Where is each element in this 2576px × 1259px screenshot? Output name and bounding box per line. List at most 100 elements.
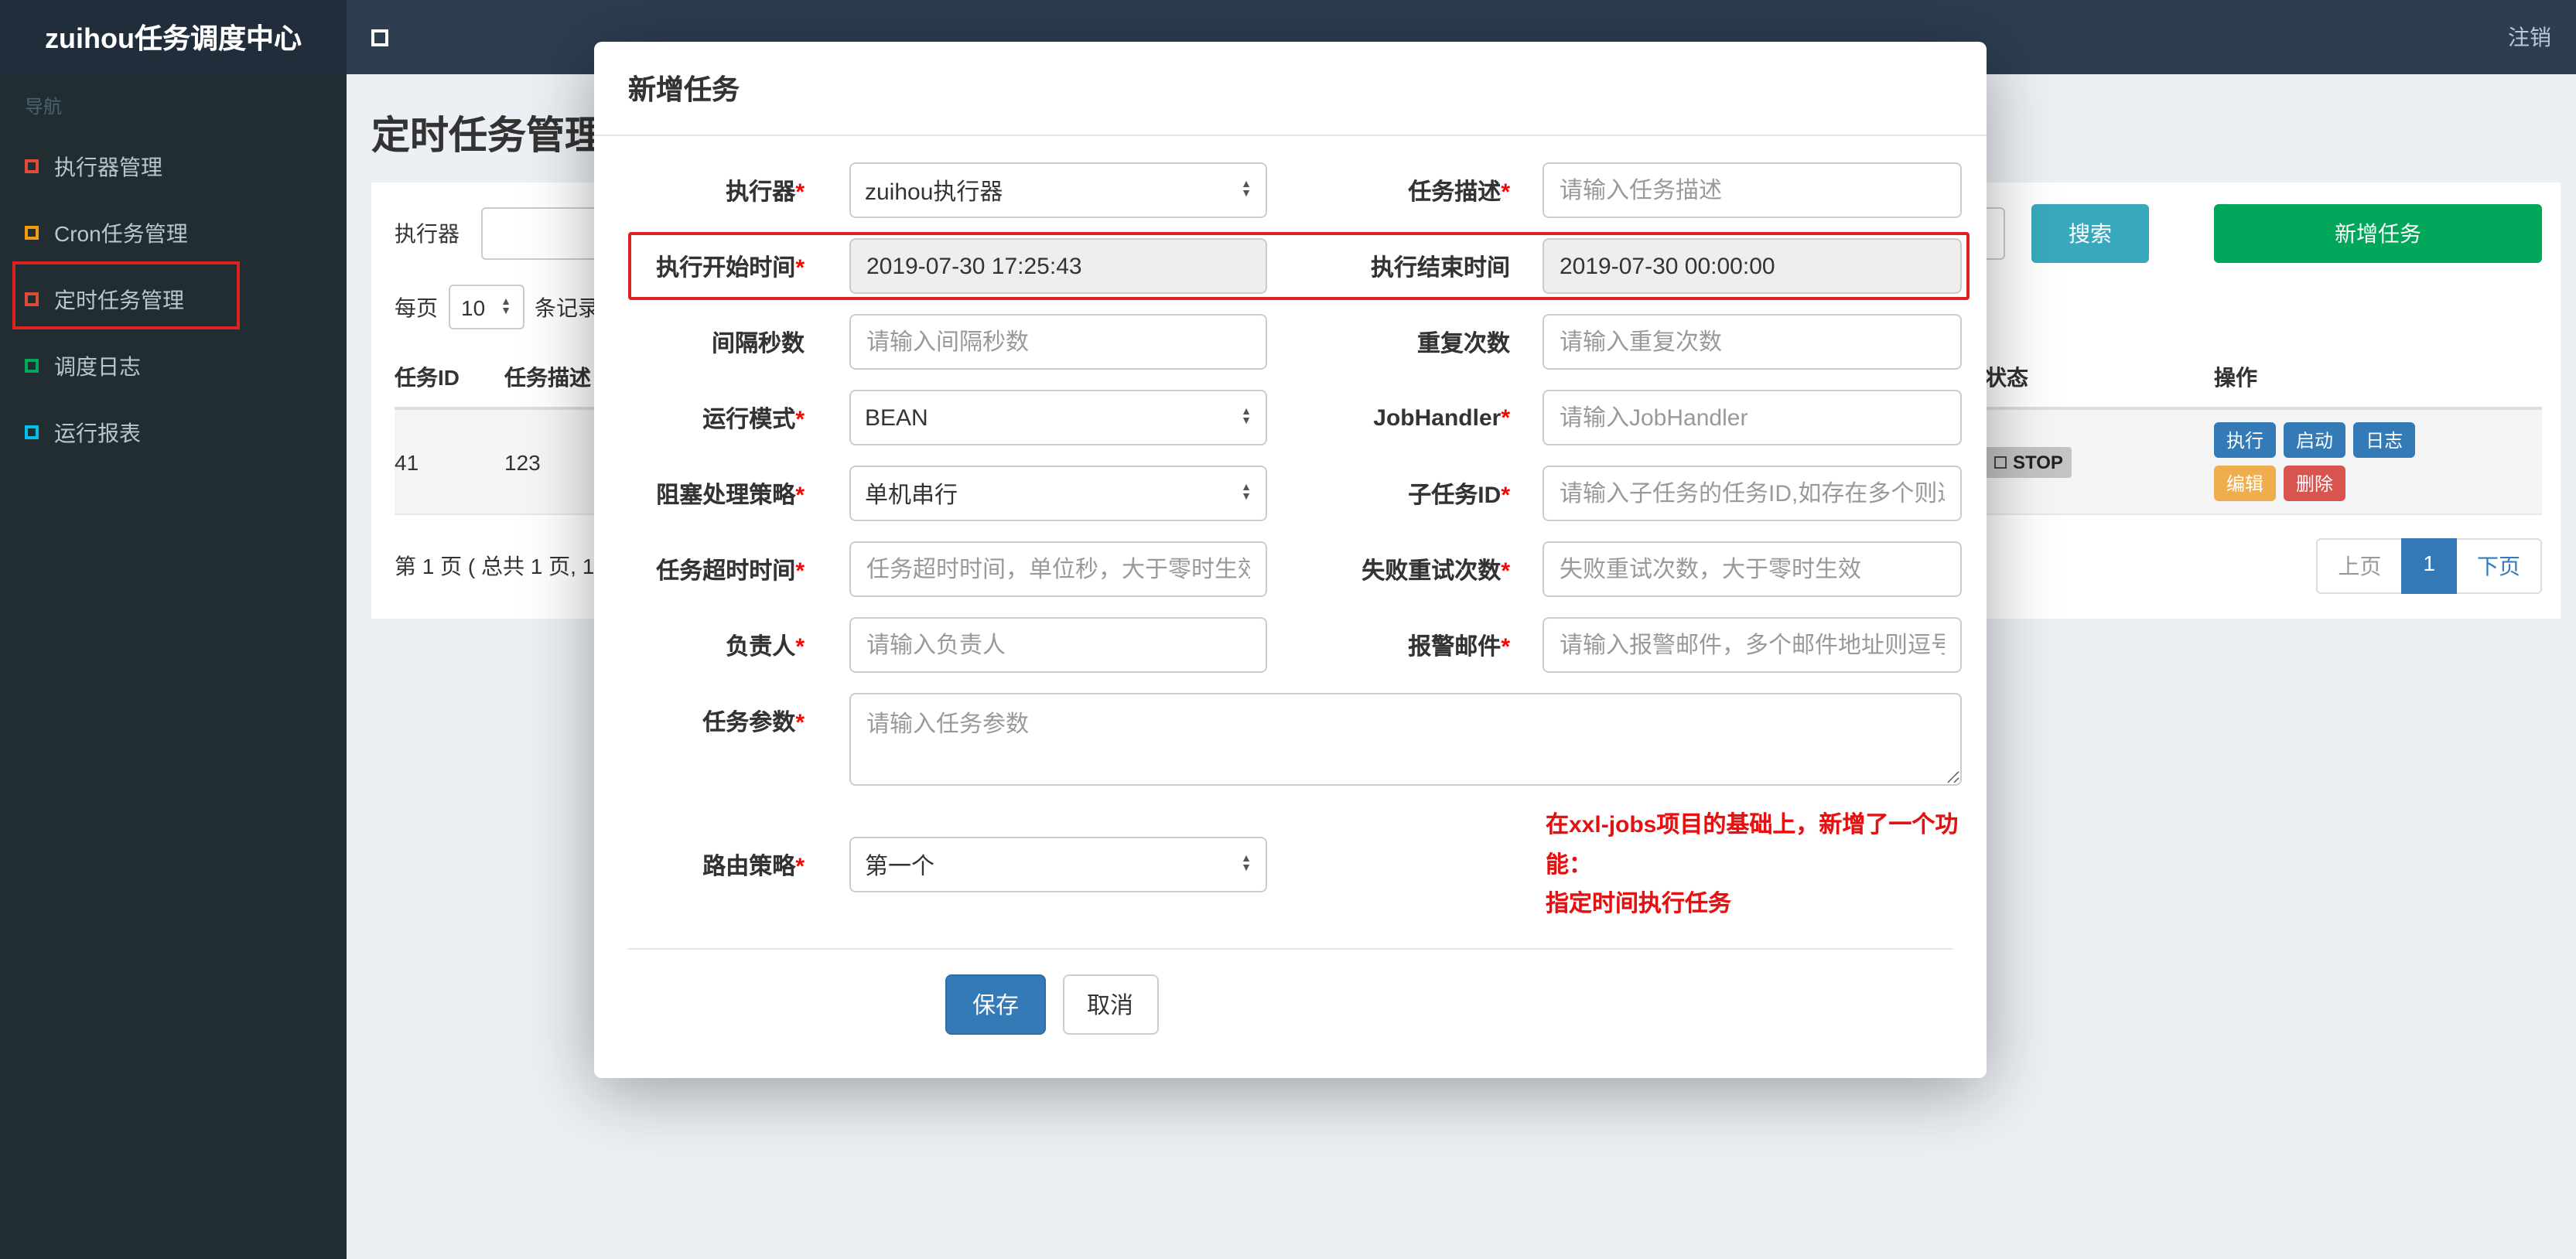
run-button[interactable]: 执行 (2214, 422, 2277, 458)
sidebar-item-executor-mgmt[interactable]: 执行器管理 (0, 133, 347, 200)
status-badge: STOP (1985, 446, 2072, 477)
sidebar: 导航 执行器管理 Cron任务管理 定时任务管理 调度日志 运行报表 (0, 74, 347, 1259)
field-label: 路由策略* (702, 853, 805, 880)
per-page-value: 10 (461, 295, 486, 319)
field-label: 子任务ID* (1408, 482, 1510, 508)
prev-page-button[interactable]: 上页 (2316, 538, 2402, 594)
field-label: 执行结束时间 (1370, 254, 1510, 281)
form-row: 执行器* zuihou执行器 ▲ ▼ 任务描述* (594, 162, 1987, 218)
child-task-id-input[interactable] (1543, 466, 1962, 521)
field-label: 任务超时时间* (656, 558, 805, 584)
pager: 上页 1 下页 (2316, 538, 2542, 594)
edit-button[interactable]: 编辑 (2214, 466, 2277, 501)
square-icon (25, 159, 39, 173)
alarm-email-input[interactable] (1543, 617, 1962, 673)
form-row: 负责人* 报警邮件* (594, 617, 1987, 673)
select-arrows-icon: ▲ ▼ (1241, 854, 1252, 875)
cell-status: STOP (1985, 446, 2214, 477)
pagination-info: 第 1 页 ( 总共 1 页, 1 (395, 554, 595, 578)
start-time-input[interactable] (849, 238, 1267, 294)
fail-retry-input[interactable] (1543, 541, 1962, 597)
select-arrows-icon: ▲ ▼ (1241, 407, 1252, 427)
field-label: 任务描述* (1408, 179, 1510, 205)
brand-logo[interactable]: zuihou任务调度中心 (0, 0, 347, 74)
end-time-input[interactable] (1543, 238, 1962, 294)
square-icon (25, 359, 39, 373)
sidebar-item-label: Cron任务管理 (54, 220, 188, 245)
per-page-suffix: 条记录 (535, 295, 600, 319)
owner-input[interactable] (849, 617, 1267, 673)
sidebar-item-scheduled-tasks[interactable]: 定时任务管理 (0, 266, 347, 333)
field-label: 任务参数* (702, 710, 805, 736)
sidebar-toggle-icon[interactable] (371, 29, 388, 46)
run-mode-select[interactable]: BEAN ▲ ▼ (849, 390, 1267, 445)
select-arrows-icon: ▲ ▼ (501, 296, 512, 316)
repeat-count-input[interactable] (1543, 314, 1962, 370)
form-row: 任务超时时间* 失败重试次数* (594, 541, 1987, 597)
square-icon (25, 226, 39, 240)
col-header-actions: 操作 (2214, 365, 2257, 390)
field-label: 负责人* (726, 633, 805, 660)
jobhandler-input[interactable] (1543, 390, 1962, 445)
next-page-button[interactable]: 下页 (2457, 538, 2542, 594)
square-icon (25, 292, 39, 306)
field-label: 报警邮件* (1408, 633, 1510, 660)
add-task-button[interactable]: 新增任务 (2214, 204, 2542, 263)
task-params-textarea[interactable] (849, 693, 1962, 786)
add-task-modal: 新增任务 执行器* zuihou执行器 ▲▼ 任务描述* 执行开始时间* 执行结… (594, 42, 1987, 1077)
logout-link[interactable]: 注销 (2508, 22, 2551, 53)
delete-button[interactable]: 删除 (2284, 466, 2346, 501)
form-row: 运行模式* BEAN ▲ ▼ JobHandler* (594, 390, 1987, 445)
sidebar-item-label: 运行报表 (54, 420, 141, 445)
form-row-params: 任务参数* (594, 693, 1987, 786)
select-arrows-icon: ▲ ▼ (1241, 483, 1252, 503)
feature-note: 在xxl-jobs项目的基础上，新增了一个功能： 指定时间执行任务 (1546, 812, 1959, 917)
square-icon (25, 425, 39, 439)
sidebar-item-run-report[interactable]: 运行报表 (0, 399, 347, 466)
sidebar-item-label: 调度日志 (54, 353, 141, 378)
field-label: 阻塞处理策略* (656, 482, 805, 508)
cell-actions: 执行 启动 日志 编辑 删除 (2214, 422, 2542, 501)
modal-title: 新增任务 (594, 42, 1987, 136)
per-page-select[interactable]: 10 ▲ ▼ (449, 285, 524, 329)
field-label: 运行模式* (702, 406, 805, 432)
search-button[interactable]: 搜索 (2031, 204, 2149, 263)
start-button[interactable]: 启动 (2284, 422, 2346, 458)
block-strategy-select[interactable]: 单机串行 ▲ ▼ (849, 466, 1267, 521)
interval-seconds-input[interactable] (849, 314, 1267, 370)
field-label: 执行开始时间* (656, 254, 805, 281)
col-header-status: 状态 (1985, 365, 2028, 390)
field-label: 失败重试次数* (1361, 558, 1510, 584)
action-buttons: 执行 启动 日志 编辑 删除 (2214, 422, 2446, 501)
sidebar-item-label: 执行器管理 (54, 154, 162, 179)
form-row: 间隔秒数 重复次数 (594, 314, 1987, 370)
cell-task-id: 41 (395, 449, 419, 474)
executor-select[interactable]: zuihou执行器 ▲ ▼ (849, 162, 1267, 218)
col-header-task-id: 任务ID (395, 365, 460, 390)
sidebar-item-label: 定时任务管理 (54, 287, 184, 312)
sidebar-item-cron-tasks[interactable]: Cron任务管理 (0, 200, 347, 266)
select-arrows-icon: ▲ ▼ (1241, 179, 1252, 200)
task-timeout-input[interactable] (849, 541, 1267, 597)
form-row-route: 路由策略* 第一个 ▲ ▼ 在xxl-jobs项目的基础上，新增了一个功能： 指定… (594, 806, 1987, 924)
save-button[interactable]: 保存 (945, 974, 1045, 1034)
nav-section-header: 导航 (25, 96, 63, 118)
field-label: 间隔秒数 (711, 330, 805, 357)
field-label: 执行器* (726, 179, 805, 205)
form-row-exec-time: 执行开始时间* 执行结束时间 (594, 232, 1987, 300)
field-label: JobHandler* (1373, 404, 1510, 431)
cancel-button[interactable]: 取消 (1062, 974, 1159, 1034)
per-page-label: 每页 (395, 295, 438, 319)
modal-footer: 保存 取消 (594, 949, 1510, 1034)
app-root: zuihou任务调度中心 注销 导航 执行器管理 Cron任务管理 定时任务管理… (0, 0, 2576, 1259)
stop-square-icon (1994, 455, 2007, 468)
field-label: 重复次数 (1416, 330, 1510, 357)
sidebar-item-dispatch-log[interactable]: 调度日志 (0, 333, 347, 399)
task-desc-input[interactable] (1543, 162, 1962, 218)
route-strategy-select[interactable]: 第一个 ▲ ▼ (849, 837, 1267, 893)
log-button[interactable]: 日志 (2353, 422, 2416, 458)
form-row: 阻塞处理策略* 单机串行 ▲ ▼ 子任务ID* (594, 466, 1987, 521)
executor-filter-label: 执行器 (395, 221, 460, 246)
current-page-button[interactable]: 1 (2401, 538, 2457, 594)
add-task-form: 执行器* zuihou执行器 ▲▼ 任务描述* 执行开始时间* 执行结束时间 间… (594, 136, 1987, 1034)
